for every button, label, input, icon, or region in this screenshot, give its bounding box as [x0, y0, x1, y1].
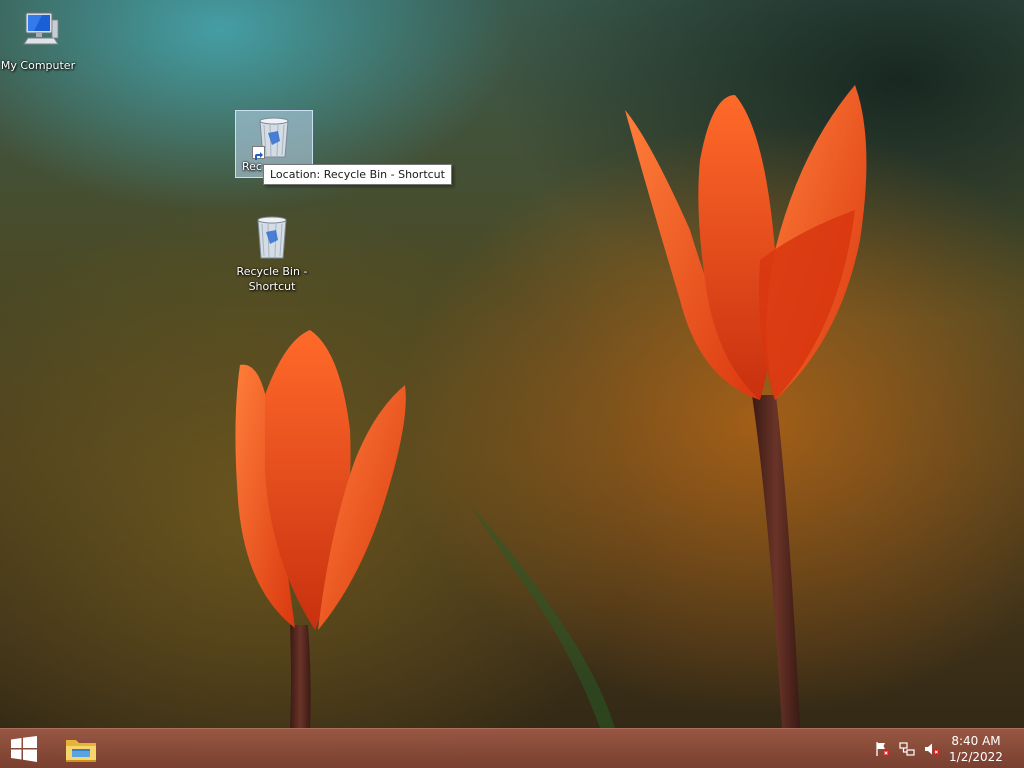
computer-icon: [14, 8, 62, 56]
file-explorer-button[interactable]: [58, 729, 104, 768]
clock-date: 1/2/2022: [949, 750, 1003, 764]
windows-logo-icon: [11, 736, 37, 762]
clock-time: 8:40 AM: [951, 734, 1001, 748]
location-tooltip: Location: Recycle Bin - Shortcut: [263, 164, 452, 185]
recycle-bin-icon: [248, 214, 296, 262]
volume-muted-icon[interactable]: [923, 741, 940, 758]
desktop-icon-label: My Computer: [0, 59, 76, 72]
recycle-bin-icon: [250, 113, 298, 161]
shortcut-arrow-icon: [252, 146, 265, 160]
desktop-icon-recycle-bin-shortcut[interactable]: Recycle Bin - Shortcut: [234, 214, 310, 294]
desktop-icon-label: Recycle Bin - Shortcut: [236, 265, 308, 293]
network-icon[interactable]: [898, 741, 915, 758]
file-explorer-icon: [66, 740, 96, 762]
action-center-flag-icon[interactable]: [873, 741, 890, 758]
taskbar: 8:40 AM 1/2/2022: [0, 728, 1024, 768]
desktop-icon-my-computer[interactable]: My Computer: [0, 8, 76, 73]
system-tray: [873, 729, 940, 768]
tulip-wallpaper: [235, 85, 867, 728]
desktop[interactable]: My Computer Rec Location: Recycle Bin - …: [0, 0, 1024, 768]
taskbar-clock[interactable]: 8:40 AM 1/2/2022: [946, 733, 1006, 765]
start-button[interactable]: [0, 729, 48, 768]
